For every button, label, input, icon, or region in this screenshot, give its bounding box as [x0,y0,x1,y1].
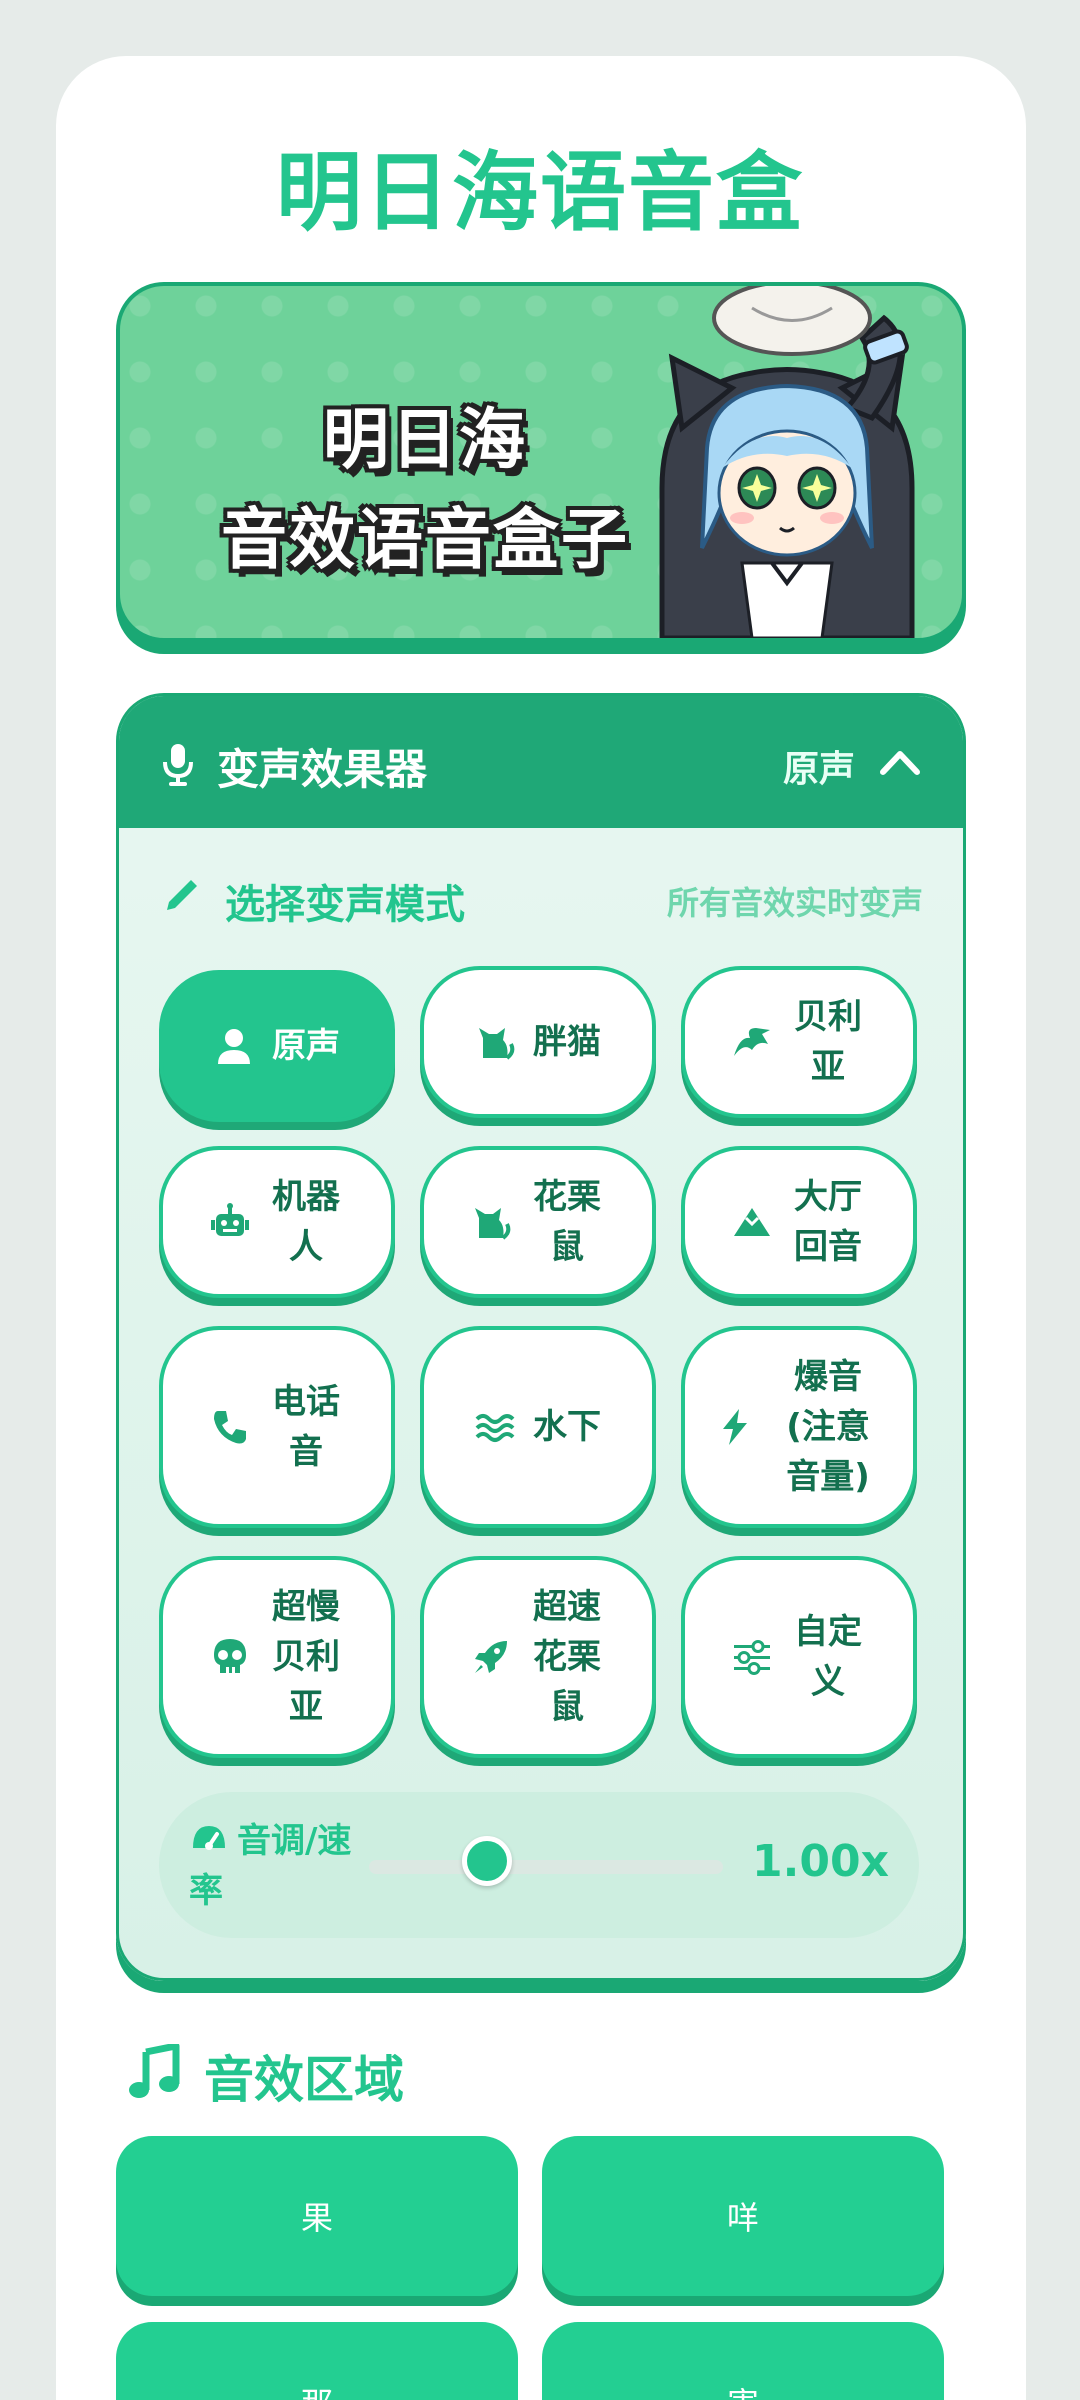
cat-icon [475,1208,511,1240]
mode-fast-chipmunk-button[interactable]: 超速花栗鼠 [420,1556,656,1758]
voice-changer-panel: 变声效果器 原声 选择变声模式 所有音效实时变声 原声 胖猫 贝利亚 机器人 花… [116,693,966,1981]
mode-label: 电话音 [272,1382,340,1472]
mode-slow-belial-button[interactable]: 超慢贝利亚 [159,1556,395,1758]
phone-icon [214,1411,246,1444]
mode-label: 原声 [272,1026,340,1066]
cat-icon [479,1028,515,1060]
sound-section-title: 音效区域 [204,2051,404,2109]
rocket-icon [475,1641,507,1673]
gauge-icon [193,1826,225,1850]
skull-icon [214,1639,246,1673]
pen-icon [167,880,197,910]
mode-hall-echo-button[interactable]: 大厅回音 [681,1146,917,1298]
pitch-control: 音调/速率 1.00x [159,1792,919,1938]
sound-button[interactable]: 果 [116,2136,518,2296]
banner-title-line1: 明日海 [323,401,527,478]
dragon-icon [734,1028,770,1056]
pitch-value: 1.00x [752,1836,889,1887]
mode-underwater-button[interactable]: 水下 [420,1326,656,1528]
mode-original-button[interactable]: 原声 [159,970,395,1122]
chevron-up-icon[interactable] [877,740,923,786]
sliders-icon [734,1640,770,1675]
sound-button[interactable]: 咩 [542,2136,944,2296]
banner-title-line2: 音效语音盒子 [221,501,629,578]
mode-label: 水下 [533,1407,601,1447]
mascot-image [659,286,915,638]
mode-label: 超慢贝利亚 [272,1587,340,1727]
mode-hint: 所有音效实时变声 [666,884,923,922]
pitch-slider-thumb[interactable] [462,1836,512,1886]
mode-label: 爆音(注意音量) [786,1357,870,1497]
mode-label: 贝利亚 [794,997,862,1087]
banner: 明日海 音效语音盒子 [116,282,966,642]
mode-distortion-button[interactable]: 爆音(注意音量) [681,1326,917,1528]
mode-telephone-button[interactable]: 电话音 [159,1326,395,1528]
mode-belial-button[interactable]: 贝利亚 [681,966,917,1118]
mountain-icon [734,1208,770,1236]
music-note-icon [129,2044,180,2098]
pitch-slider-track[interactable] [369,1836,723,1886]
bolt-icon [723,1409,747,1445]
sound-button[interactable]: 害 [542,2322,944,2400]
microphone-icon [163,744,193,786]
mode-label: 花栗鼠 [533,1177,601,1267]
mode-label: 胖猫 [533,1022,601,1062]
current-mode-label: 原声 [782,749,855,790]
mode-fatcat-button[interactable]: 胖猫 [420,966,656,1118]
sound-button[interactable]: 那 [116,2322,518,2400]
mode-section-label: 选择变声模式 [225,882,465,928]
mode-chipmunk-button[interactable]: 花栗鼠 [420,1146,656,1298]
user-icon [218,1029,250,1064]
voice-changer-header[interactable]: 变声效果器 原声 [119,696,963,828]
mode-label: 机器人 [272,1177,340,1267]
app-title: 明日海语音盒 [276,143,804,243]
mode-robot-button[interactable]: 机器人 [159,1146,395,1298]
robot-icon [211,1203,249,1236]
mode-label: 超速花栗鼠 [533,1587,601,1727]
mode-label: 自定义 [794,1612,862,1702]
mode-custom-button[interactable]: 自定义 [681,1556,917,1758]
mode-label: 大厅回音 [794,1177,862,1267]
voice-changer-title: 变声效果器 [217,745,428,794]
water-icon [475,1414,515,1442]
